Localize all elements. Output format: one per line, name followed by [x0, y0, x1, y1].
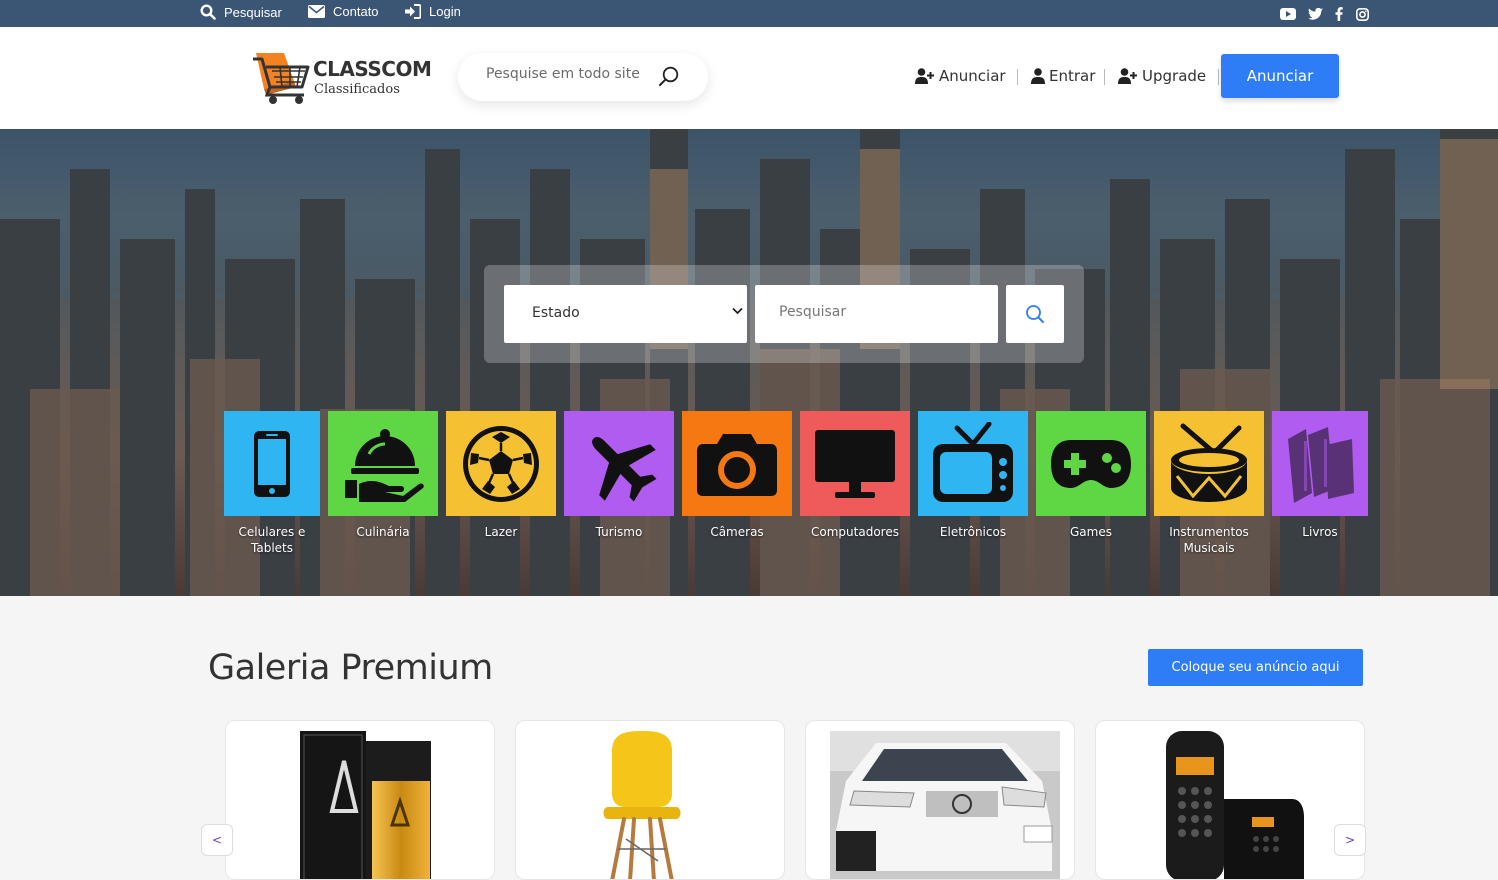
hero-search-input[interactable]	[779, 304, 979, 320]
camera-icon	[697, 433, 777, 496]
category-games[interactable]: Games	[1036, 411, 1146, 540]
nav-upgrade-link[interactable]: Upgrade	[1118, 67, 1206, 85]
nav-entrar-link[interactable]: Entrar	[1031, 67, 1095, 85]
carousel-prev-button[interactable]: <	[201, 824, 233, 856]
category-celulares[interactable]: Celulares e Tablets	[224, 411, 320, 556]
white-suv-image	[830, 731, 1060, 879]
soccer-ball-icon	[463, 425, 539, 502]
coloque-anuncio-button[interactable]: Coloque seu anúncio aqui	[1148, 649, 1363, 686]
category-tile	[1036, 411, 1146, 516]
category-label: Eletrônicos	[939, 525, 1007, 539]
category-instrumentos[interactable]: Instrumentos Musicais	[1154, 411, 1264, 556]
hero-search-panel: Estado	[484, 265, 1084, 363]
chevron-down-icon	[732, 307, 743, 315]
gamepad-icon	[1051, 439, 1131, 488]
hero-search-button[interactable]	[1006, 285, 1064, 343]
user-plus-icon	[915, 68, 934, 84]
category-label: Turismo	[595, 525, 643, 539]
galeria-title: Galeria Premium	[208, 648, 493, 688]
logo-subtitle: Classificados	[314, 82, 400, 97]
category-turismo[interactable]: Turismo	[564, 411, 674, 540]
nav-upgrade-label: Upgrade	[1142, 67, 1207, 85]
category-tile	[328, 411, 438, 516]
hero-banner: Estado Celulares e Tablets Culinária Laz…	[0, 129, 1498, 596]
instagram-icon[interactable]	[1354, 6, 1370, 22]
site-search-box	[458, 53, 708, 101]
topbar-search-link[interactable]: Pesquisar	[200, 4, 282, 20]
nav-separator	[1104, 69, 1105, 85]
premium-card[interactable]	[225, 720, 495, 880]
topbar-contact-link[interactable]: Contato	[308, 4, 379, 19]
airplane-icon	[592, 436, 657, 501]
top-bar: Pesquisar Contato Login	[0, 0, 1498, 27]
category-livros[interactable]: Livros	[1272, 411, 1368, 540]
user-icon	[1031, 68, 1045, 84]
topbar-login-link[interactable]: Login	[404, 4, 461, 19]
category-label: Culinária	[356, 525, 410, 539]
books-icon	[1288, 426, 1354, 503]
site-search-input[interactable]	[486, 66, 666, 82]
nav-anunciar-label: Anunciar	[939, 67, 1006, 85]
category-label: Computadores	[811, 525, 899, 539]
twitter-icon[interactable]	[1307, 6, 1323, 22]
nav-entrar-label: Entrar	[1049, 67, 1096, 85]
yellow-chair-image	[603, 731, 681, 879]
food-tray-icon	[345, 428, 424, 502]
cordless-phone-image	[1166, 731, 1304, 879]
logo-title: CLASSCOM	[313, 57, 432, 81]
category-lazer[interactable]: Lazer	[446, 411, 556, 540]
premium-card[interactable]	[805, 720, 1075, 880]
topbar-contact-label: Contato	[333, 4, 379, 19]
shopping-cart-logo-icon	[253, 53, 310, 104]
perfume-image	[300, 731, 431, 879]
category-cameras[interactable]: Câmeras	[682, 411, 792, 540]
category-label: Lazer	[484, 525, 518, 539]
category-label: Instrumentos Musicais	[1169, 525, 1249, 555]
category-culinaria[interactable]: Culinária	[328, 411, 438, 540]
category-tile	[800, 411, 910, 516]
category-label: Games	[1070, 525, 1112, 539]
hero-search-field	[755, 285, 998, 343]
category-tile	[682, 411, 792, 516]
topbar-search-label: Pesquisar	[224, 4, 282, 20]
category-label: Livros	[1302, 525, 1338, 539]
carousel-next-button[interactable]: >	[1334, 824, 1366, 856]
category-tile	[564, 411, 674, 516]
premium-card[interactable]	[1095, 720, 1365, 880]
category-tile	[224, 411, 320, 516]
category-computadores[interactable]: Computadores	[800, 411, 910, 540]
category-tile	[1154, 411, 1264, 516]
anunciar-button[interactable]: Anunciar	[1221, 54, 1339, 98]
category-tile	[918, 411, 1028, 516]
category-tile	[446, 411, 556, 516]
category-tile	[1272, 411, 1368, 516]
site-header: CLASSCOM Classificados Anunciar Entrar U…	[0, 27, 1498, 129]
nav-separator	[1017, 69, 1018, 85]
category-eletronicos[interactable]: Eletrônicos	[918, 411, 1028, 540]
sign-in-icon	[405, 4, 421, 19]
nav-separator	[1218, 69, 1219, 85]
category-label: Câmeras	[710, 525, 764, 539]
category-label: Celulares e Tablets	[238, 525, 306, 555]
monitor-icon	[815, 429, 895, 498]
smartphone-icon	[254, 430, 290, 497]
facebook-icon[interactable]	[1331, 6, 1347, 22]
search-icon	[1026, 305, 1044, 323]
search-icon[interactable]	[658, 66, 680, 88]
estado-selected-value: Estado	[532, 305, 580, 321]
search-icon	[200, 4, 216, 20]
youtube-icon[interactable]	[1280, 6, 1296, 22]
nav-anunciar-link[interactable]: Anunciar	[915, 67, 1006, 85]
user-plus-icon	[1118, 68, 1137, 84]
tv-icon	[933, 421, 1013, 502]
drum-icon	[1171, 423, 1247, 502]
premium-card[interactable]	[515, 720, 785, 880]
classcom-logo[interactable]: CLASSCOM Classificados	[250, 49, 440, 109]
estado-select[interactable]: Estado	[504, 285, 747, 343]
topbar-login-label: Login	[429, 4, 461, 19]
envelope-icon	[308, 5, 325, 18]
